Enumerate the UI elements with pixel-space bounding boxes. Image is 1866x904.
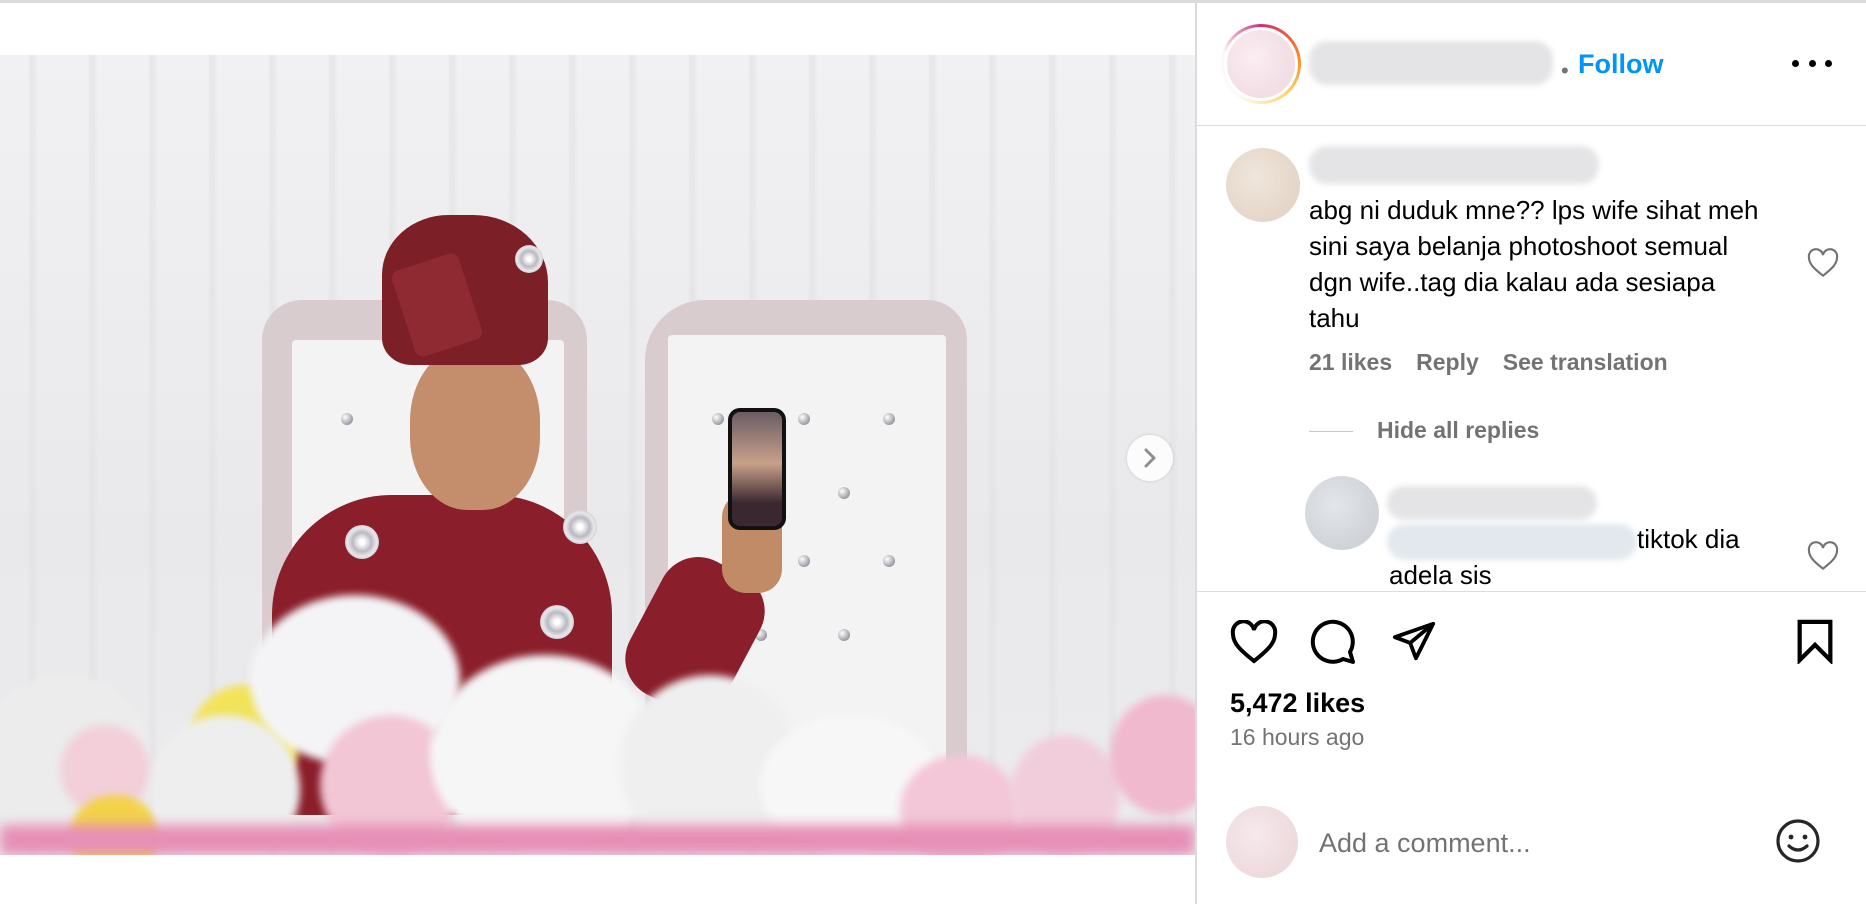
emoji-icon[interactable] (1774, 817, 1822, 865)
comment-bubble-icon[interactable] (1309, 618, 1357, 666)
post-photo (0, 55, 1195, 855)
post-panel: • Follow abg ni duduk mne?? lps wife sih… (1197, 3, 1866, 904)
more-options-icon (1792, 59, 1799, 67)
comment-like-heart-icon[interactable] (1807, 248, 1839, 278)
hat-brooch (515, 245, 543, 273)
reply-text: tiktok dia adela sis (1389, 521, 1789, 591)
post-media (0, 3, 1195, 904)
more-options-button[interactable] (1792, 51, 1832, 75)
commenter-avatar[interactable] (1226, 148, 1300, 222)
post-timestamp[interactable]: 16 hours ago (1230, 724, 1364, 751)
post-actions: 5,472 likes 16 hours ago (1197, 592, 1866, 792)
bench-stud (712, 413, 724, 425)
add-comment-row (1197, 792, 1866, 904)
bookmark-icon[interactable] (1795, 618, 1835, 664)
commenter-username-redacted[interactable] (1309, 146, 1599, 184)
comment-meta: 21 likes Reply See translation (1309, 349, 1668, 376)
hide-replies-line (1309, 431, 1353, 432)
reply-text-line2: adela sis (1389, 560, 1492, 590)
bench-stud (838, 487, 850, 499)
reply-text-line1: tiktok dia (1637, 524, 1740, 554)
comments-list[interactable]: abg ni duduk mne?? lps wife sihat meh si… (1197, 126, 1866, 592)
chevron-right-icon (1144, 448, 1156, 468)
see-translation-button[interactable]: See translation (1503, 349, 1668, 376)
reply-like-heart-icon[interactable] (1807, 541, 1839, 571)
reply-username-redacted[interactable] (1387, 486, 1597, 520)
follow-button[interactable]: Follow (1578, 49, 1663, 80)
author-avatar[interactable] (1221, 24, 1301, 104)
reply-avatar[interactable] (1305, 476, 1379, 550)
author-username-redacted[interactable] (1309, 41, 1553, 85)
bench-stud (798, 413, 810, 425)
paper-plane-icon[interactable] (1391, 618, 1437, 664)
brooch (563, 510, 597, 544)
comment-text: abg ni duduk mne?? lps wife sihat meh si… (1309, 195, 1759, 333)
follow-separator: • (1561, 58, 1569, 83)
phone-screen (732, 412, 782, 526)
add-comment-input[interactable] (1317, 822, 1741, 864)
post-header: • Follow (1197, 3, 1866, 126)
comment-likes[interactable]: 21 likes (1309, 349, 1392, 376)
held-phone (728, 408, 786, 530)
heart-icon[interactable] (1230, 620, 1278, 664)
post-likes-count[interactable]: 5,472 likes (1230, 688, 1365, 719)
person-head (410, 345, 540, 510)
flowers (0, 595, 1195, 855)
brooch (345, 525, 379, 559)
hide-replies-button[interactable]: Hide all replies (1377, 417, 1539, 444)
bench-stud (798, 555, 810, 567)
bench-stud (341, 413, 353, 425)
carousel-next-button[interactable] (1127, 435, 1173, 481)
bench-stud (883, 555, 895, 567)
current-user-avatar (1226, 806, 1298, 878)
bench-stud (883, 413, 895, 425)
reply-button[interactable]: Reply (1416, 349, 1479, 376)
